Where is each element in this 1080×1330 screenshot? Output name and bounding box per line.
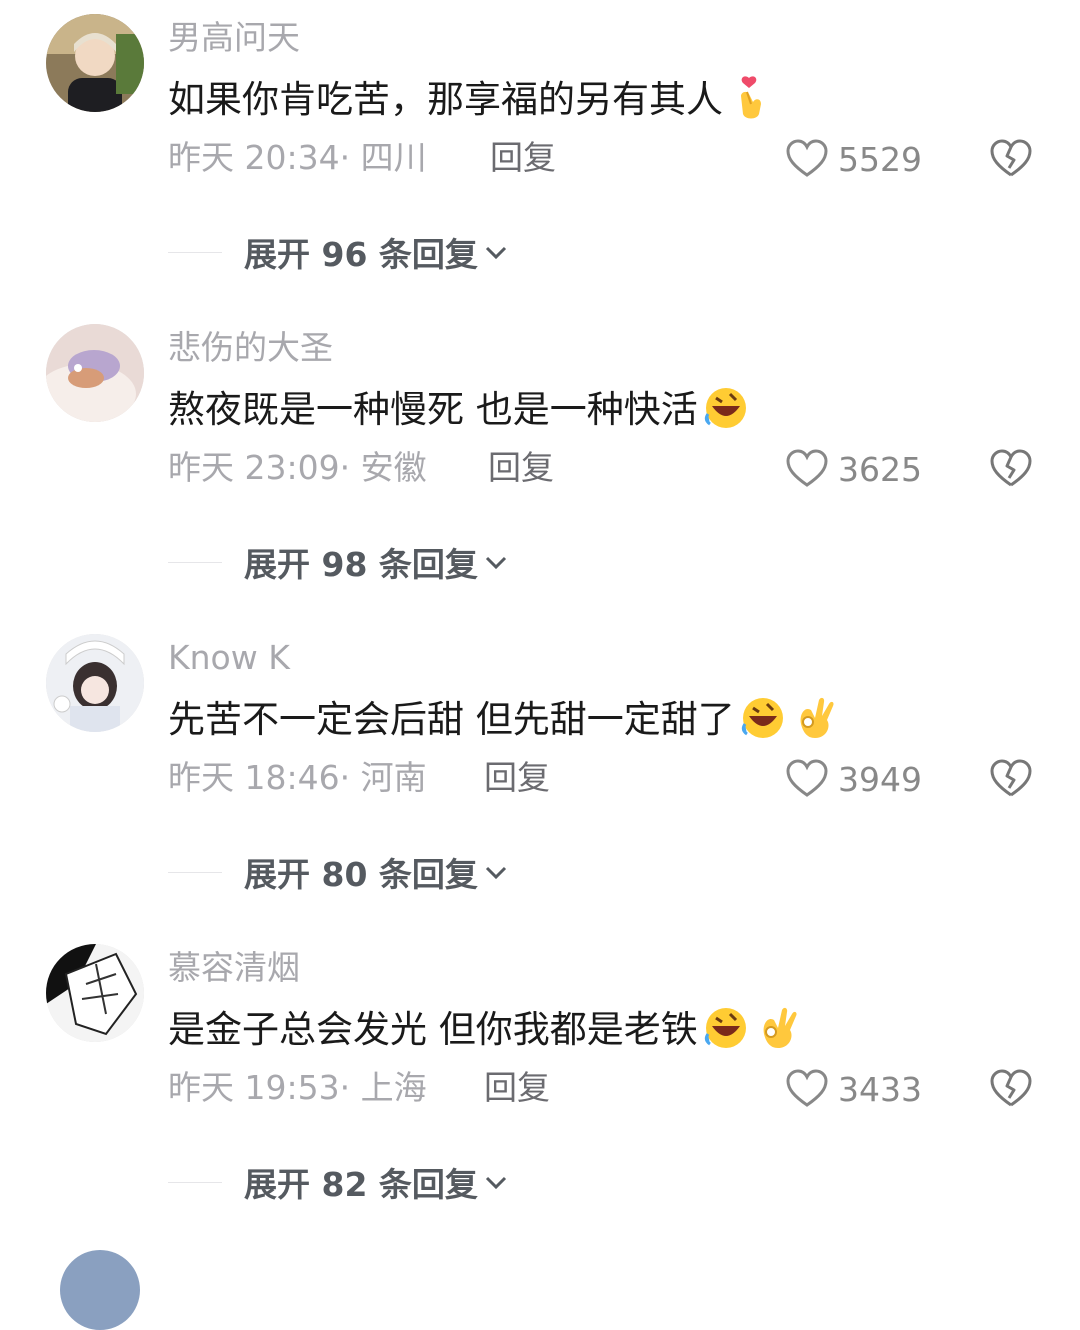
broken-heart-icon[interactable] [988, 1066, 1034, 1112]
heart-icon [786, 449, 828, 487]
comment-text: 先苦不一定会后甜 但先甜一定甜了 [168, 694, 839, 743]
expand-replies-button[interactable]: 展开 80 条回复 [168, 848, 510, 896]
ok-hand-emoji-icon [763, 1007, 797, 1048]
comment-item: 慕容清烟 是金子总会发光 但你我都是老铁 昨天 19:53· 上海 回复 343… [0, 930, 1080, 1240]
comment-username[interactable]: 悲伤的大圣 [168, 328, 333, 368]
avatar[interactable] [46, 14, 144, 112]
reply-button[interactable]: 回复 [490, 138, 556, 178]
comment-text-content: 熬夜既是一种慢死 也是一种快活 [168, 388, 698, 431]
like-count: 3433 [838, 1069, 922, 1109]
broken-heart-icon[interactable] [988, 756, 1034, 802]
expand-replies-button[interactable]: 展开 96 条回复 [168, 228, 510, 276]
chevron-down-icon [485, 866, 506, 880]
like-button[interactable]: 5529 [784, 136, 922, 182]
avatar[interactable] [60, 1250, 140, 1330]
comment-username[interactable]: Know K [168, 638, 290, 678]
divider [168, 1181, 222, 1183]
finger-heart-emoji-icon [741, 76, 761, 119]
expand-replies-button[interactable]: 展开 82 条回复 [168, 1158, 510, 1206]
broken-heart-icon[interactable] [988, 446, 1034, 492]
like-count: 3949 [838, 759, 922, 799]
heart-icon [786, 139, 828, 177]
divider [168, 251, 222, 253]
comment-item: 悲伤的大圣 熬夜既是一种慢死 也是一种快活 昨天 23:09· 安徽 回复 36… [0, 310, 1080, 620]
rolling-laughing-emoji-icon [741, 698, 783, 738]
reply-button[interactable]: 回复 [488, 448, 554, 488]
like-button[interactable]: 3433 [784, 1066, 922, 1112]
chevron-down-icon [485, 246, 506, 260]
divider [168, 561, 222, 563]
expand-replies-label: 展开 96 条回复 [244, 235, 478, 274]
like-button[interactable]: 3949 [784, 756, 922, 802]
chevron-down-icon [485, 1176, 506, 1190]
comment-meta: 昨天 20:34· 四川 [168, 138, 427, 177]
reply-button[interactable]: 回复 [484, 758, 550, 798]
broken-heart-icon[interactable] [988, 136, 1034, 182]
heart-icon [786, 1069, 828, 1107]
comment-text-content: 是金子总会发光 但你我都是老铁 [168, 1008, 698, 1051]
comment-text-content: 先苦不一定会后甜 但先甜一定甜了 [168, 698, 735, 741]
like-count: 3625 [838, 449, 922, 489]
comment-username[interactable]: 男高问天 [168, 18, 300, 58]
comment-text: 是金子总会发光 但你我都是老铁 [168, 1004, 802, 1053]
ok-hand-emoji-icon [800, 697, 834, 738]
comment-meta: 昨天 18:46· 河南 [168, 758, 427, 797]
avatar[interactable] [46, 634, 144, 732]
heart-icon [786, 759, 828, 797]
chevron-down-icon [485, 556, 506, 570]
avatar[interactable] [46, 944, 144, 1042]
expand-replies-label: 展开 82 条回复 [244, 1165, 478, 1204]
comment-item: Know K 先苦不一定会后甜 但先甜一定甜了 昨天 18:46· 河南 回复 … [0, 620, 1080, 930]
comment-username[interactable]: 慕容清烟 [168, 948, 300, 988]
avatar[interactable] [46, 324, 144, 422]
like-count: 5529 [838, 139, 922, 179]
expand-replies-button[interactable]: 展开 98 条回复 [168, 538, 510, 586]
like-button[interactable]: 3625 [784, 446, 922, 492]
comment-meta: 昨天 23:09· 安徽 [168, 448, 427, 487]
comment-text-content: 如果你肯吃苦，那享福的另有其人 [168, 78, 723, 121]
comment-item: 男高问天 如果你肯吃苦，那享福的另有其人 昨天 20:34· 四川 回复 552… [0, 0, 1080, 310]
comment-meta: 昨天 19:53· 上海 [168, 1068, 427, 1107]
expand-replies-label: 展开 80 条回复 [244, 855, 478, 894]
rolling-laughing-emoji-icon [704, 1008, 746, 1048]
comment-text: 熬夜既是一种慢死 也是一种快活 [168, 384, 750, 433]
expand-replies-label: 展开 98 条回复 [244, 545, 478, 584]
divider [168, 871, 222, 873]
reply-button[interactable]: 回复 [484, 1068, 550, 1108]
comment-text: 如果你肯吃苦，那享福的另有其人 [168, 74, 775, 123]
rolling-laughing-emoji-icon [704, 388, 746, 428]
